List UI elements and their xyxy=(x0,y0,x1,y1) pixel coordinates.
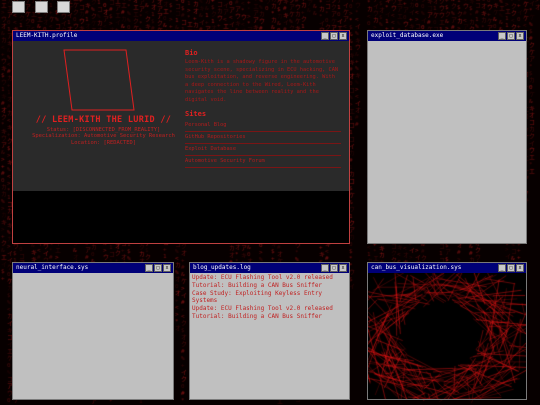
log-entry: Update: ECU Flashing Tool v2.0 released xyxy=(192,274,333,281)
window-title: exploit_database.exe xyxy=(371,32,444,39)
exploit-database-window[interactable]: exploit_database.exe _ □ x xyxy=(367,30,527,244)
blog-window-titlebar[interactable]: blog_updates.log _ □ x xyxy=(190,263,349,273)
blog-updates-window[interactable]: blog_updates.log _ □ x Update: ECU Flashin… xyxy=(189,262,350,400)
avatar xyxy=(63,49,135,111)
maximize-button[interactable]: □ xyxy=(330,264,338,272)
log-entry: Case Study: Exploiting Keyless Entry Sys… xyxy=(192,289,323,305)
minimize-button[interactable]: _ xyxy=(498,264,506,272)
can-bus-visualization-canvas xyxy=(368,273,526,399)
minimize-button[interactable]: _ xyxy=(321,264,329,272)
neural-window-titlebar[interactable]: neural_interface.sys _ □ x xyxy=(13,263,173,273)
window-title: blog_updates.log xyxy=(193,264,251,271)
maximize-button[interactable]: □ xyxy=(154,264,162,272)
site-link-security-forum[interactable]: Automotive Security Forum xyxy=(185,156,341,168)
close-button[interactable]: x xyxy=(516,264,524,272)
profile-window-titlebar[interactable]: LEEM-KITH.profile _ □ x xyxy=(13,31,349,41)
minimize-button[interactable]: _ xyxy=(145,264,153,272)
desktop-shortcut-icon[interactable] xyxy=(57,1,70,13)
profile-location: Location: [REDACTED] xyxy=(71,139,136,146)
neural-interface-window[interactable]: neural_interface.sys _ □ x xyxy=(12,262,174,400)
window-title: LEEM-KITH.profile xyxy=(16,32,78,39)
sites-heading: Sites xyxy=(185,109,207,118)
log-entry: Tutorial: Building a CAN Bus Sniffer xyxy=(192,281,323,289)
window-title: neural_interface.sys xyxy=(16,264,89,271)
blog-log: Update: ECU Flashing Tool v2.0 released … xyxy=(190,273,349,322)
bio-heading: Bio xyxy=(185,49,198,57)
close-button[interactable]: x xyxy=(339,32,347,40)
can-window-titlebar[interactable]: can_bus_visualization.sys _ □ x xyxy=(368,263,526,273)
site-link-github[interactable]: GitHub Repositories xyxy=(185,132,341,144)
profile-meta: Status: [DISCONNECTED_FROM_REALITY] Spec… xyxy=(21,127,186,146)
can-bus-visualization-window[interactable]: can_bus_visualization.sys _ □ x xyxy=(367,262,527,400)
desktop-shortcut-icon[interactable] xyxy=(35,1,48,13)
close-button[interactable]: x xyxy=(163,264,171,272)
site-link-personal-blog[interactable]: Personal Blog xyxy=(185,120,341,132)
maximize-button[interactable]: □ xyxy=(507,264,515,272)
bio-text: Leem-Kith is a shadowy figure in the aut… xyxy=(185,59,339,103)
profile-name: // LEEM-KITH THE LURID // xyxy=(35,115,172,125)
maximize-button[interactable]: □ xyxy=(507,32,515,40)
maximize-button[interactable]: □ xyxy=(330,32,338,40)
log-entry: Update: ECU Flashing Tool v2.0 released xyxy=(192,305,333,313)
desktop-shortcut-icon[interactable] xyxy=(12,1,25,13)
profile-specialization: Specialization: Automotive Security Rese… xyxy=(32,133,175,140)
log-entry: Tutorial: Building a CAN Bus Sniffer xyxy=(192,312,323,320)
exploit-window-titlebar[interactable]: exploit_database.exe _ □ x xyxy=(368,31,526,41)
close-button[interactable]: x xyxy=(339,264,347,272)
minimize-button[interactable]: _ xyxy=(321,32,329,40)
exploit-window-content xyxy=(368,41,526,243)
close-button[interactable]: x xyxy=(516,32,524,40)
neural-window-content xyxy=(13,273,173,399)
window-title: can_bus_visualization.sys xyxy=(371,264,462,271)
profile-lower-panel xyxy=(13,191,349,243)
profile-window[interactable]: LEEM-KITH.profile _ □ x // LEEM-KITH THE L… xyxy=(12,30,350,244)
site-link-exploit-database[interactable]: Exploit Database xyxy=(185,144,341,156)
minimize-button[interactable]: _ xyxy=(498,32,506,40)
